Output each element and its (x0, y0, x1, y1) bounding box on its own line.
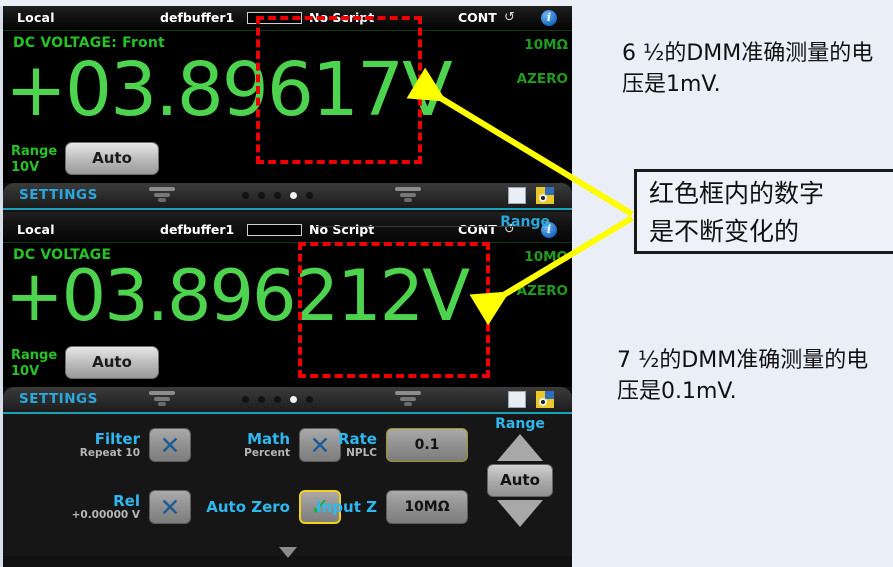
dmm-panel-1: Local defbuffer1 No Script CONT ↺ i DC V… (3, 6, 572, 210)
annotation-callout-line-1: 红色框内的数字 (649, 179, 825, 208)
panel2-input-z-note: 10MΩ (524, 249, 568, 265)
rel-sublabel: +0.00000 V (71, 508, 140, 521)
chevron-down-icon[interactable] (149, 187, 175, 202)
panel2-range-label: Range (11, 348, 58, 363)
page-dots (242, 192, 313, 199)
math-label: Math (247, 429, 290, 448)
rate-value-button[interactable]: 0.1 (386, 428, 468, 462)
settings-strip-title: SETTINGS (19, 187, 98, 203)
chevron-down-icon[interactable] (395, 187, 421, 202)
triangle-up-icon[interactable] (497, 434, 543, 461)
panel1-trigger-mode[interactable]: CONT (458, 10, 497, 25)
rate-value: 0.1 (414, 437, 440, 453)
rel-label: Rel (113, 491, 140, 510)
panel1-settings-strip[interactable]: SETTINGS (3, 183, 572, 210)
system-settings-icon[interactable] (536, 187, 554, 204)
close-icon: ✕ (159, 430, 181, 460)
panel-collapse-caret[interactable] (278, 547, 297, 558)
panel1-azero-note: AZERO (516, 71, 568, 87)
input-z-value: 10MΩ (404, 499, 450, 515)
annotation-callout-line-2: 是不断变化的 (649, 217, 800, 246)
math-sublabel: Percent (244, 446, 290, 459)
chevron-down-icon[interactable] (149, 391, 175, 406)
panel2-buffer-label[interactable]: defbuffer1 (160, 222, 234, 237)
panel2-bleed-divider (316, 226, 531, 227)
panel2-status-bar: Range Local defbuffer1 No Script CONT ↺ … (3, 212, 572, 243)
panel2-range-value: 10V (11, 364, 40, 379)
refresh-icon[interactable]: ↺ (504, 10, 515, 25)
panel2-reading: +03.896212V (5, 255, 470, 337)
config-item-input-z: Input Z 10MΩ (298, 490, 468, 524)
panel2-local-indicator[interactable]: Local (17, 222, 55, 237)
filter-label: Filter (94, 429, 140, 448)
panel1-range-auto-button[interactable]: Auto (65, 142, 159, 175)
panel1-range-value: 10V (11, 160, 40, 175)
close-icon: ✕ (159, 492, 181, 522)
panel2-range-auto-button[interactable]: Auto (65, 346, 159, 379)
display-grid-icon[interactable] (508, 391, 526, 408)
annotation-note-bottom: 7 ½的DMM准确测量的电压是0.1mV. (617, 348, 869, 404)
panel2-azero-note: AZERO (516, 283, 568, 299)
triangle-down-icon[interactable] (497, 500, 543, 527)
rate-label: Rate (337, 429, 377, 448)
measure-config-panel: Filter Repeat 10 ✕ Math Percent ✕ Rate N… (3, 414, 572, 558)
panel1-buffer-gauge (247, 12, 302, 24)
panel1-local-indicator[interactable]: Local (17, 10, 55, 25)
panel2-settings-strip[interactable]: SETTINGS (3, 387, 572, 414)
panel1-buffer-label[interactable]: defbuffer1 (160, 10, 234, 25)
panel1-reading: +03.89617V (5, 47, 453, 133)
panel2-measure-area: DC VOLTAGE +03.896212V 10MΩ AZERO Range … (3, 243, 572, 387)
settings-strip-title-2: SETTINGS (19, 391, 98, 407)
rate-sublabel: NPLC (346, 446, 377, 459)
input-z-value-button[interactable]: 10MΩ (386, 490, 468, 524)
panel2-bleed-range-label: Range (500, 214, 550, 230)
instrument-screenshot: Local defbuffer1 No Script CONT ↺ i DC V… (0, 6, 572, 567)
display-grid-icon[interactable] (508, 187, 526, 204)
annotation-callout-box: 红色框内的数字 是不断变化的 (634, 169, 893, 254)
panel1-status-bar: Local defbuffer1 No Script CONT ↺ i (3, 6, 572, 31)
system-settings-icon[interactable] (536, 391, 554, 408)
info-icon[interactable]: i (541, 10, 557, 26)
config-item-rel: Rel +0.00000 V ✕ (21, 490, 191, 524)
range-control-column: Range Auto (482, 416, 558, 529)
chevron-down-icon[interactable] (395, 391, 421, 406)
panel2-script-label[interactable]: No Script (309, 222, 374, 237)
config-item-filter: Filter Repeat 10 ✕ (21, 428, 191, 462)
annotation-note-top: 6 ½的DMM准确测量的电压是1mV. (622, 41, 874, 97)
page-dots (242, 396, 313, 403)
panel2-trigger-mode[interactable]: CONT (458, 222, 497, 237)
config-item-rate: Rate NPLC 0.1 (298, 428, 468, 462)
panel1-measure-area: DC VOLTAGE: Front +03.89617V 10MΩ AZERO … (3, 31, 572, 183)
panel1-input-z-note: 10MΩ (524, 37, 568, 53)
input-z-label: Input Z (316, 497, 377, 516)
filter-sublabel: Repeat 10 (79, 446, 140, 459)
range-auto-button[interactable]: Auto (487, 464, 553, 497)
range-column-header: Range (495, 416, 545, 432)
panel1-script-label[interactable]: No Script (309, 10, 374, 25)
panel2-buffer-gauge (247, 224, 302, 236)
dmm-panel-2: Range Local defbuffer1 No Script CONT ↺ … (3, 212, 572, 414)
panel1-range-label: Range (11, 144, 58, 159)
auto-zero-label: Auto Zero (206, 497, 290, 516)
